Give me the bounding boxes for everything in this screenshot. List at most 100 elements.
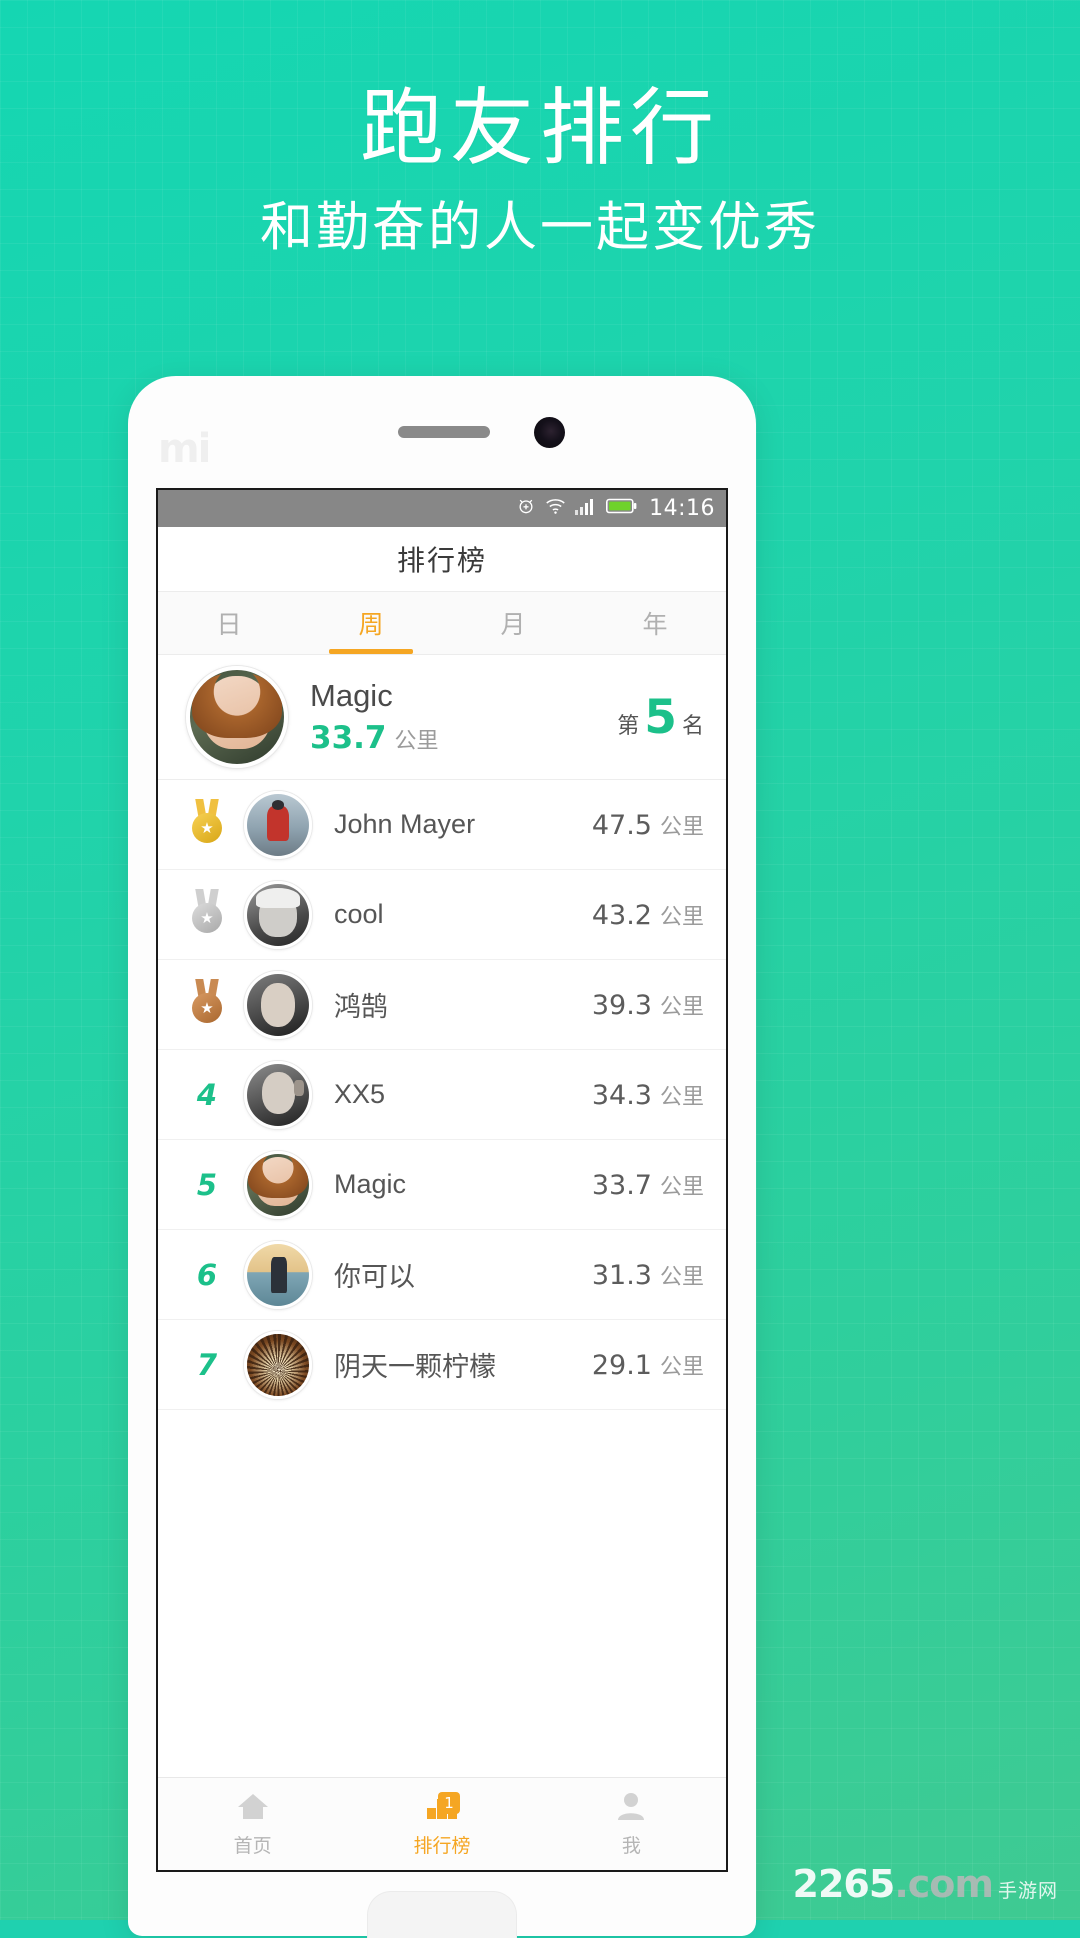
person-icon (614, 1791, 648, 1826)
table-row[interactable]: ★ 鸿鹄 39.3 公里 (158, 960, 726, 1050)
bottom-navigation[interactable]: 首页 1 排行榜 我 (158, 1777, 726, 1870)
row-distance-value: 29.1 (591, 1349, 652, 1381)
row-distance: 47.5 公里 (592, 809, 704, 841)
phone-top-bezel: mi (128, 376, 756, 488)
tab-day[interactable]: 日 (158, 592, 300, 654)
leaderboard-list[interactable]: ★ John Mayer 47.5 公里 ★ cool 43.2 公里 ★ 鸿鹄… (158, 780, 726, 1777)
avatar (244, 970, 312, 1039)
watermark-cn-text: 手游网 (997, 1880, 1058, 1902)
row-distance-value: 34.3 (591, 1079, 652, 1111)
row-name: 阴天一颗柠檬 (334, 1352, 496, 1382)
page-title: 排行榜 (396, 545, 487, 576)
nav-label: 排行榜 (413, 1835, 471, 1857)
front-camera-icon (534, 417, 565, 448)
table-row[interactable]: 5 Magic 33.7 公里 (158, 1140, 726, 1230)
watermark-domain: .com (894, 1862, 994, 1906)
table-row[interactable]: 4 XX5 34.3 公里 (158, 1050, 726, 1140)
self-rank: 第 5 名 (617, 690, 704, 745)
tab-month[interactable]: 月 (442, 592, 584, 654)
self-name: Magic (310, 678, 393, 714)
rank-number: 4 (196, 1077, 218, 1112)
rank-slot: ★ (176, 798, 238, 851)
row-name: 你可以 (334, 1262, 415, 1292)
avatar (186, 666, 288, 768)
table-row[interactable]: 7 阴天一颗柠檬 29.1 公里 (158, 1320, 726, 1410)
distance-unit: 公里 (659, 1353, 704, 1379)
distance-unit: 公里 (659, 1173, 704, 1199)
rank-number: 6 (196, 1257, 218, 1292)
phone-screen: 14:16 排行榜 日 周 月 年 Magic 33.7 公里 第 5 名 ★ … (156, 488, 728, 1872)
table-row[interactable]: 6 你可以 31.3 公里 (158, 1230, 726, 1320)
row-distance-value: 33.7 (591, 1169, 652, 1201)
row-name: 鸿鹄 (334, 992, 388, 1022)
promo-subtitle: 和勤奋的人一起变优秀 (260, 198, 820, 258)
row-distance: 34.3 公里 (592, 1079, 704, 1111)
tab-label: 日 (216, 611, 242, 639)
row-distance-value: 39.3 (591, 989, 652, 1021)
nav-badge: 1 (437, 1792, 460, 1814)
table-row[interactable]: ★ John Mayer 47.5 公里 (158, 780, 726, 870)
rank-slot: 5 (176, 1168, 238, 1202)
rank-slot: 6 (176, 1258, 238, 1292)
row-name: XX5 (334, 1079, 386, 1109)
nav-item-profile[interactable]: 我 (537, 1778, 726, 1870)
row-distance: 31.3 公里 (592, 1259, 704, 1291)
silver-medal-icon: ★ (192, 888, 222, 941)
tab-label: 周 (358, 611, 384, 639)
mi-logo-icon: mi (158, 426, 211, 472)
avatar (244, 790, 312, 859)
nav-label: 首页 (233, 1835, 272, 1857)
rank-number: 7 (196, 1347, 218, 1382)
watermark-number: 2265 (792, 1862, 896, 1906)
tab-week[interactable]: 周 (300, 592, 442, 654)
avatar (244, 1330, 312, 1399)
distance-unit: 公里 (659, 903, 704, 929)
tab-label: 月 (500, 611, 526, 639)
battery-icon (606, 498, 637, 519)
rank-number: 5 (196, 1167, 218, 1202)
self-info: Magic 33.7 公里 (310, 678, 617, 756)
rank-slot: 7 (176, 1348, 238, 1382)
row-distance: 29.1 公里 (592, 1349, 704, 1381)
row-distance: 33.7 公里 (592, 1169, 704, 1201)
distance-unit: 公里 (394, 727, 439, 753)
avatar (244, 1150, 312, 1219)
wifi-icon (545, 498, 566, 520)
rank-slot: ★ (176, 978, 238, 1031)
row-distance: 43.2 公里 (592, 899, 704, 931)
promo-text-block: 跑友排行 和勤奋的人一起变优秀 (0, 84, 1080, 260)
signal-icon (575, 498, 597, 520)
row-distance-value: 47.5 (591, 809, 652, 841)
distance-unit: 公里 (659, 813, 704, 839)
app-header: 排行榜 (158, 527, 726, 592)
avatar (244, 1060, 312, 1129)
status-bar: 14:16 (158, 490, 726, 527)
self-rank-card[interactable]: Magic 33.7 公里 第 5 名 (158, 655, 726, 780)
rank-slot: ★ (176, 888, 238, 941)
row-name: Magic (334, 1169, 407, 1199)
self-distance-value: 33.7 (310, 719, 387, 756)
avatar (244, 1240, 312, 1309)
status-bar-time: 14:16 (649, 496, 715, 521)
home-icon (236, 1791, 270, 1826)
distance-unit: 公里 (659, 1083, 704, 1109)
row-distance: 39.3 公里 (592, 989, 704, 1021)
promo-title: 跑友排行 (359, 81, 720, 175)
table-row[interactable]: ★ cool 43.2 公里 (158, 870, 726, 960)
nav-item-home[interactable]: 首页 (158, 1778, 347, 1870)
self-distance-line: 33.7 公里 (310, 720, 617, 756)
alarm-icon (516, 496, 536, 521)
row-distance-value: 31.3 (591, 1259, 652, 1291)
nav-item-leaderboard[interactable]: 1 排行榜 (347, 1778, 536, 1870)
rank-prefix: 第 (617, 712, 640, 738)
distance-unit: 公里 (659, 993, 704, 1019)
tab-label: 年 (642, 611, 668, 639)
tab-year[interactable]: 年 (584, 592, 726, 654)
self-rank-number: 5 (644, 689, 677, 745)
period-tabs[interactable]: 日 周 月 年 (158, 592, 726, 655)
phone-mockup: mi 14:16 排行榜 日 周 月 年 Magic 33.7 公里 第 5 名… (128, 376, 756, 1938)
home-button[interactable] (367, 1891, 517, 1938)
rank-slot: 4 (176, 1078, 238, 1112)
rank-suffix: 名 (681, 712, 704, 738)
earpiece-speaker-icon (398, 426, 490, 438)
